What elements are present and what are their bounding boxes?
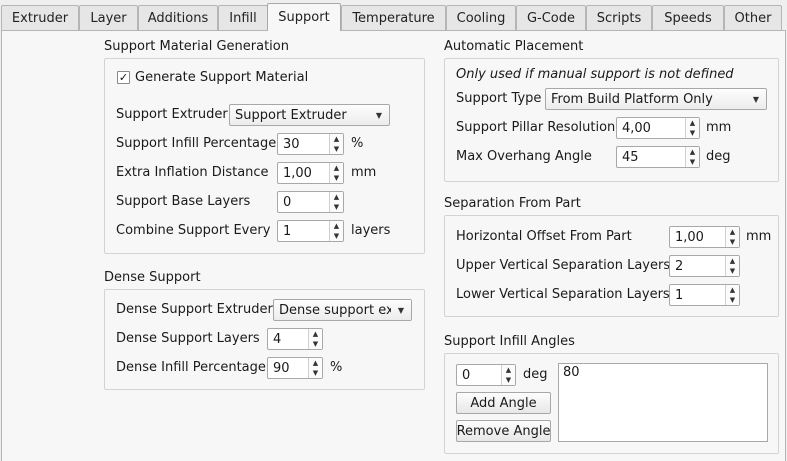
upper-vertical-separation-label: Upper Vertical Separation Layers — [456, 258, 671, 273]
support-extruder-label: Support Extruder — [116, 107, 228, 122]
extra-inflation-unit: mm — [351, 165, 377, 180]
angles-list[interactable]: 80 — [558, 363, 768, 442]
extra-inflation-spinbox[interactable]: 1,00 ▲ ▼ — [277, 162, 344, 184]
list-item[interactable]: 80 — [563, 365, 580, 380]
lower-vertical-separation-label: Lower Vertical Separation Layers — [456, 287, 670, 302]
remove-angle-button[interactable]: Remove Angle — [456, 420, 551, 442]
manual-support-note: Only used if manual support is not defin… — [456, 67, 734, 82]
support-material-group-title: Support Material Generation — [104, 39, 289, 54]
support-base-layers-label: Support Base Layers — [116, 194, 251, 209]
spin-down-icon[interactable]: ▼ — [309, 368, 322, 378]
tab-additions[interactable]: Additions — [138, 5, 218, 30]
spin-up-icon[interactable]: ▲ — [330, 134, 343, 144]
dense-support-group-title: Dense Support — [104, 270, 201, 285]
support-pillar-resolution-unit: mm — [706, 120, 732, 135]
dense-support-extruder-select[interactable]: Dense support extruder ▼ — [273, 299, 412, 321]
spin-down-icon[interactable]: ▼ — [726, 237, 739, 247]
infill-angles-group-title: Support Infill Angles — [444, 334, 575, 349]
generate-support-label: Generate Support Material — [135, 70, 309, 85]
spin-down-icon[interactable]: ▼ — [330, 144, 343, 154]
spin-up-icon[interactable]: ▲ — [330, 192, 343, 202]
spin-up-icon[interactable]: ▲ — [726, 256, 739, 266]
spin-up-icon[interactable]: ▲ — [309, 329, 322, 339]
upper-vertical-separation-spinbox[interactable]: 2 ▲ ▼ — [669, 255, 740, 277]
tab-infill[interactable]: Infill — [218, 5, 268, 30]
horizontal-offset-label: Horizontal Offset From Part — [456, 229, 632, 244]
chevron-down-icon: ▼ — [746, 89, 766, 109]
spin-up-icon[interactable]: ▲ — [686, 118, 699, 128]
dense-support-layers-label: Dense Support Layers — [116, 331, 260, 346]
separation-group-title: Separation From Part — [444, 196, 581, 211]
dense-support-layers-spinbox[interactable]: 4 ▲ ▼ — [267, 328, 323, 350]
dense-support-extruder-label: Dense Support Extruder — [116, 302, 273, 317]
spin-down-icon[interactable]: ▼ — [686, 128, 699, 138]
tab-other[interactable]: Other — [724, 5, 782, 30]
support-type-label: Support Type — [456, 91, 542, 106]
spin-up-icon[interactable]: ▲ — [686, 147, 699, 157]
combine-support-spinbox[interactable]: 1 ▲ ▼ — [277, 220, 344, 242]
tab-extruder[interactable]: Extruder — [1, 5, 79, 30]
spin-down-icon[interactable]: ▼ — [502, 375, 515, 385]
spin-down-icon[interactable]: ▼ — [686, 157, 699, 167]
chevron-down-icon: ▼ — [391, 300, 411, 320]
support-infill-percentage-unit: % — [351, 136, 364, 151]
spin-down-icon[interactable]: ▼ — [726, 295, 739, 305]
support-infill-percentage-label: Support Infill Percentage — [116, 136, 277, 151]
dense-infill-percentage-label: Dense Infill Percentage — [116, 360, 266, 375]
support-pillar-resolution-label: Support Pillar Resolution — [456, 120, 616, 135]
lower-vertical-separation-spinbox[interactable]: 1 ▲ ▼ — [669, 284, 740, 306]
add-angle-button[interactable]: Add Angle — [456, 392, 551, 414]
automatic-placement-group-title: Automatic Placement — [444, 39, 584, 54]
spin-down-icon[interactable]: ▼ — [330, 202, 343, 212]
horizontal-offset-spinbox[interactable]: 1,00 ▲ ▼ — [669, 226, 740, 248]
spin-up-icon[interactable]: ▲ — [309, 358, 322, 368]
extra-inflation-label: Extra Inflation Distance — [116, 165, 269, 180]
max-overhang-angle-label: Max Overhang Angle — [456, 149, 592, 164]
spin-down-icon[interactable]: ▼ — [330, 231, 343, 241]
spin-down-icon[interactable]: ▼ — [330, 173, 343, 183]
support-type-select[interactable]: From Build Platform Only ▼ — [545, 88, 767, 110]
combine-support-label: Combine Support Every — [116, 223, 271, 238]
support-extruder-select[interactable]: Support Extruder ▼ — [229, 104, 390, 126]
support-pillar-resolution-spinbox[interactable]: 4,00 ▲ ▼ — [616, 117, 700, 139]
dense-infill-percentage-unit: % — [330, 360, 343, 375]
spin-down-icon[interactable]: ▼ — [309, 339, 322, 349]
spin-up-icon[interactable]: ▲ — [502, 365, 515, 375]
angle-unit: deg — [523, 367, 548, 382]
angle-spinbox[interactable]: 0 ▲ ▼ — [456, 364, 516, 386]
tab-layer[interactable]: Layer — [79, 5, 138, 30]
tab-bar: Extruder Layer Additions Infill Support … — [0, 0, 787, 31]
tab-gcode[interactable]: G-Code — [516, 5, 586, 30]
max-overhang-angle-unit: deg — [706, 149, 731, 164]
spin-up-icon[interactable]: ▲ — [726, 285, 739, 295]
spin-up-icon[interactable]: ▲ — [330, 163, 343, 173]
tab-speeds[interactable]: Speeds — [652, 5, 724, 30]
support-infill-percentage-spinbox[interactable]: 30 ▲ ▼ — [277, 133, 344, 155]
tab-temperature[interactable]: Temperature — [341, 5, 446, 30]
combine-support-unit: layers — [351, 223, 391, 238]
chevron-down-icon: ▼ — [369, 105, 389, 125]
max-overhang-angle-spinbox[interactable]: 45 ▲ ▼ — [616, 146, 700, 168]
spin-up-icon[interactable]: ▲ — [330, 221, 343, 231]
spin-up-icon[interactable]: ▲ — [726, 227, 739, 237]
dense-infill-percentage-spinbox[interactable]: 90 ▲ ▼ — [267, 357, 323, 379]
tab-scripts[interactable]: Scripts — [586, 5, 652, 30]
support-base-layers-spinbox[interactable]: 0 ▲ ▼ — [277, 191, 344, 213]
horizontal-offset-unit: mm — [746, 229, 772, 244]
spin-down-icon[interactable]: ▼ — [726, 266, 739, 276]
tab-cooling[interactable]: Cooling — [446, 5, 516, 30]
generate-support-checkbox[interactable]: ✓ — [117, 71, 130, 84]
tab-support[interactable]: Support — [267, 3, 341, 31]
